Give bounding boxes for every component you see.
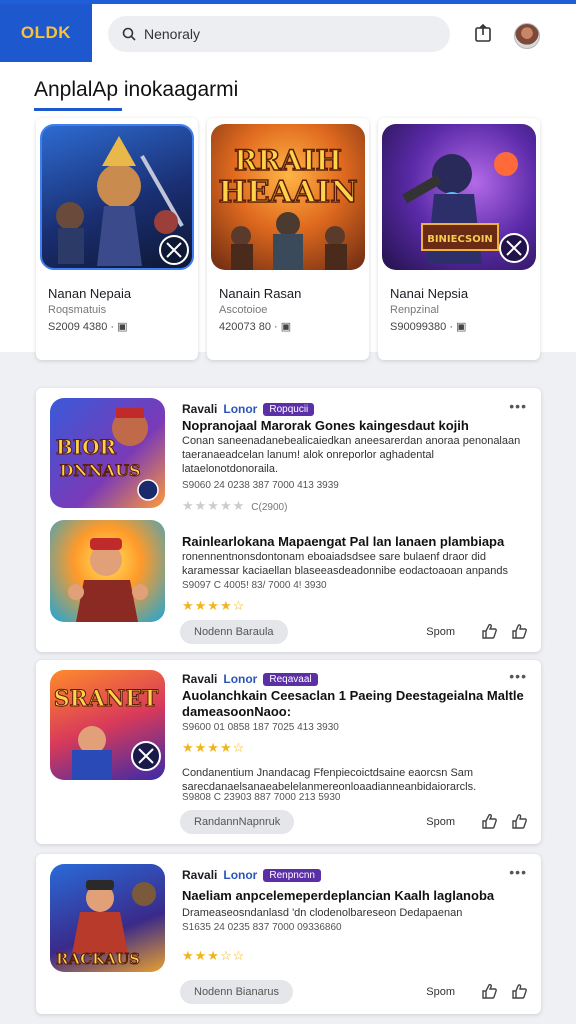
game-title[interactable]: Naeliam anpcelemeperdeplancian Kaalh lag… (182, 888, 532, 904)
svg-text:RACKAUS: RACKAUS (56, 950, 140, 968)
featured-card-3[interactable]: BINIECSOIN Nanai Nepsia Renpzinal S90099… (378, 118, 540, 360)
rating-count: C(2900) (251, 502, 288, 513)
game-description: Conan saneenadanebealicaiedkan aneesarer… (182, 435, 521, 475)
top-bar: OLDK (0, 0, 576, 62)
upvote-icon[interactable] (480, 812, 498, 830)
svg-text:HEAAIN: HEAAIN (218, 175, 357, 210)
featured-meta: S90099380 · ▣ (390, 321, 467, 333)
featured-card-2[interactable]: RRAIH HEAAIN Nanain Rasan Ascotoioe 4200… (207, 118, 369, 360)
svg-text:BINIECSOIN: BINIECSOIN (427, 234, 493, 245)
category-badge[interactable]: Renpncnn (263, 868, 321, 882)
action-label[interactable]: Spom (426, 816, 455, 828)
game-meta: S9097 C 4005! 83/ 7000 4! 3930 (182, 580, 327, 591)
featured-sub: Renpzinal (390, 304, 439, 316)
details-button[interactable]: RandannNapnruk (180, 810, 295, 834)
featured-art-1 (40, 124, 194, 270)
share-icon[interactable] (472, 22, 494, 44)
upvote-icon[interactable] (480, 622, 498, 640)
row-header: Ravali Lonor Ropqucii (182, 402, 315, 416)
game-description: Condanentium Jnandacag Ffenpiecoictdsain… (182, 767, 477, 793)
featured-title: AnplalAp inokaagarmi (34, 78, 239, 101)
featured-sub: Roqsmatuis (48, 304, 107, 316)
publisher-sub: Lonor (223, 868, 258, 882)
game-thumbnail[interactable]: SRANET (50, 670, 165, 780)
game-title[interactable]: Auolanchkain Ceesaclan 1 Paeing Deestage… (182, 688, 532, 720)
svg-text:BIOR: BIOR (56, 435, 117, 459)
details-button[interactable]: Nodenn Bianarus (180, 980, 294, 1004)
avatar[interactable] (514, 23, 540, 49)
svg-text:DNNAUS: DNNAUS (59, 461, 140, 480)
svg-text:RRAIH: RRAIH (234, 144, 342, 177)
publisher-name: Ravali (182, 868, 218, 882)
like-icon[interactable] (510, 622, 528, 640)
list-card-3[interactable]: RACKAUS Ravali Lonor Renpncnn ••• Naelia… (36, 854, 541, 1014)
game-thumbnail[interactable]: RACKAUS (50, 864, 165, 972)
app-logo[interactable]: OLDK (0, 4, 92, 62)
game-meta: S9060 24 0238 387 7000 413 3939 (182, 480, 339, 491)
rating-stars: ★★★★☆ (182, 598, 246, 613)
more-options-icon[interactable]: ••• (509, 864, 527, 880)
upvote-icon[interactable] (480, 982, 498, 1000)
featured-meta: 420073 80 · ▣ (219, 321, 292, 333)
list-card-2[interactable]: SRANET Ravali Lonor Reqavaal ••• Auolanc… (36, 660, 541, 844)
featured-art-2: RRAIH HEAAIN (211, 124, 365, 270)
game-meta: S9808 C 23903 887 7000 213 5930 (182, 792, 341, 803)
category-badge[interactable]: Reqavaal (263, 672, 318, 686)
publisher-name: Ravali (182, 402, 218, 416)
like-icon[interactable] (510, 812, 528, 830)
featured-name: Nanai Nepsia (390, 286, 469, 301)
game-thumbnail[interactable]: BIOR DNNAUS (50, 398, 165, 508)
featured-sub: Ascotoioe (219, 304, 268, 316)
list-card-1[interactable]: BIOR DNNAUS Ravali Lonor Ropqucii ••• No… (36, 388, 541, 652)
featured-name: Nanan Nepaia (48, 286, 132, 301)
featured-meta: S2009 4380 · ▣ (48, 321, 128, 333)
row-header: Ravali Lonor Reqavaal (182, 672, 318, 686)
details-button[interactable]: Nodenn Baraula (180, 620, 288, 644)
game-meta: S9600 01 0858 187 7025 413 3930 (182, 722, 339, 733)
featured-art-3: BINIECSOIN (382, 124, 536, 270)
more-options-icon[interactable]: ••• (509, 668, 527, 684)
game-meta: S1635 24 0235 837 7000 09336860 (182, 922, 342, 933)
game-description: ronennentnonsdontonam eboaiadsdsee sare … (182, 551, 508, 577)
featured-name: Nanain Rasan (219, 286, 302, 301)
svg-text:SRANET: SRANET (54, 686, 159, 712)
game-title[interactable]: Nopranojaal Marorak Gones kaingesdaut ko… (182, 418, 532, 434)
publisher-sub: Lonor (223, 672, 258, 686)
action-label[interactable]: Spom (426, 626, 455, 638)
action-label[interactable]: Spom (426, 986, 455, 998)
row-header: Ravali Lonor Renpncnn (182, 868, 321, 882)
rating-stars: ★★★☆☆ (182, 948, 246, 963)
publisher-name: Ravali (182, 672, 218, 686)
rating-stars: ★★★★★ C(2900) (182, 498, 288, 513)
game-description: Drameaseosndanlasd 'dn clodenolbareseon … (182, 907, 463, 919)
rating-stars: ★★★★☆ (182, 740, 246, 755)
game-title[interactable]: Rainlearlokana Mapaengat Pal lan lanaen … (182, 534, 532, 550)
title-underline (34, 108, 122, 111)
category-badge[interactable]: Ropqucii (263, 402, 315, 416)
like-icon[interactable] (510, 982, 528, 1000)
search-bar[interactable] (108, 16, 450, 52)
publisher-sub: Lonor (223, 402, 258, 416)
more-options-icon[interactable]: ••• (509, 398, 527, 414)
search-icon (122, 27, 136, 41)
search-input[interactable] (144, 26, 424, 42)
game-thumbnail[interactable] (50, 520, 165, 622)
featured-card-1[interactable]: Nanan Nepaia Roqsmatuis S2009 4380 · ▣ (36, 118, 198, 360)
